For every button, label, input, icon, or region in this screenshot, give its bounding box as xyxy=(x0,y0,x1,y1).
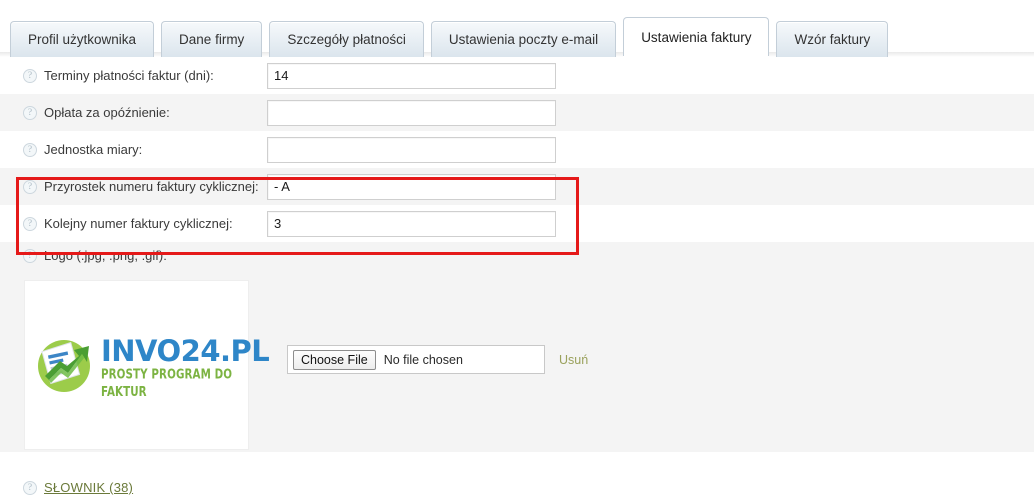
unit-of-measure-input[interactable] xyxy=(267,136,556,163)
form-row-payment-terms: ? Terminy płatności faktur (dni): 14 xyxy=(0,57,1034,94)
dictionary-link[interactable]: SŁOWNIK (38) xyxy=(44,480,133,495)
recurring-next-number-input[interactable]: 3 xyxy=(267,210,556,237)
choose-file-button[interactable]: Choose File xyxy=(293,349,376,370)
payment-terms-input[interactable]: 14 xyxy=(267,62,556,89)
tab-strip: Profil użytkownika Dane firmy Szczegóły … xyxy=(0,0,1034,61)
recurring-suffix-input[interactable]: - A xyxy=(267,173,556,200)
help-icon[interactable]: ? xyxy=(23,142,37,157)
logo-label: Logo (.jpg, .png, .gif): xyxy=(44,248,167,263)
tab-ustawienia-faktury[interactable]: Ustawienia faktury xyxy=(623,17,770,61)
logo-preview-box: INVO24.PL PROSTY PROGRAM DO FAKTUR xyxy=(24,280,270,450)
invoice-settings-form: ? Terminy płatności faktur (dni): 14 ? O… xyxy=(0,57,1034,452)
tab-ustawienia-poczty-email[interactable]: Ustawienia poczty e-mail xyxy=(430,21,617,57)
tab-wzor-faktury[interactable]: Wzór faktury xyxy=(776,21,889,57)
logo-wordmark: INVO24.PL PROSTY PROGRAM DO FAKTUR xyxy=(101,334,270,400)
tab-list: Profil użytkownika Dane firmy Szczegóły … xyxy=(10,17,889,61)
field-label: Opłata za opóźnienie: xyxy=(44,105,170,120)
form-row-recurring-next-number: ? Kolejny numer faktury cyklicznej: 3 xyxy=(0,205,1034,242)
form-row-recurring-suffix: ? Przyrostek numeru faktury cyklicznej: … xyxy=(0,168,1034,205)
form-row-unit-of-measure: ? Jednostka miary: xyxy=(0,131,1034,168)
field-label: Kolejny numer faktury cyklicznej: xyxy=(44,216,233,231)
help-icon[interactable]: ? xyxy=(23,179,37,194)
help-icon[interactable]: ? xyxy=(23,216,37,231)
tab-label: Szczegóły płatności xyxy=(287,32,406,47)
help-icon[interactable]: ? xyxy=(23,248,37,263)
help-icon[interactable]: ? xyxy=(23,105,37,120)
logo-file-input[interactable]: Choose File No file chosen xyxy=(287,345,545,374)
logo-label-row: ? Logo (.jpg, .png, .gif): xyxy=(0,242,1034,269)
remove-logo-link[interactable]: Usuń xyxy=(559,353,588,367)
logo-upload-control: Choose File No file chosen Usuń xyxy=(287,345,588,374)
late-fee-input[interactable] xyxy=(267,99,556,126)
tab-szczegoly-platnosci[interactable]: Szczegóły płatności xyxy=(269,21,424,57)
file-name-status: No file chosen xyxy=(383,352,463,367)
tab-label: Profil użytkownika xyxy=(28,32,137,47)
invo24-logo: INVO24.PL PROSTY PROGRAM DO FAKTUR xyxy=(31,328,270,402)
input-value: - A xyxy=(274,179,290,194)
field-label: Przyrostek numeru faktury cyklicznej: xyxy=(44,179,259,194)
tab-profil-uzytkownika[interactable]: Profil użytkownika xyxy=(10,21,155,57)
invoice-arrow-logo-icon xyxy=(38,340,90,392)
form-row-late-fee: ? Opłata za opóźnienie: xyxy=(0,94,1034,131)
tab-label: Ustawienia faktury xyxy=(641,30,752,45)
tab-label: Ustawienia poczty e-mail xyxy=(448,32,599,47)
logo-name: INVO24.PL xyxy=(101,334,270,368)
tab-label: Dane firmy xyxy=(179,32,245,47)
logo-tagline: PROSTY PROGRAM DO FAKTUR xyxy=(101,367,233,400)
field-label: Terminy płatności faktur (dni): xyxy=(44,68,214,83)
tab-label: Wzór faktury xyxy=(794,32,871,47)
input-value: 3 xyxy=(274,216,282,231)
tab-dane-firmy[interactable]: Dane firmy xyxy=(161,21,263,57)
footer: ? SŁOWNIK (38) xyxy=(0,472,1034,503)
help-icon[interactable]: ? xyxy=(23,480,37,495)
invoice-settings-page: Profil użytkownika Dane firmy Szczegóły … xyxy=(0,0,1034,503)
field-label: Jednostka miary: xyxy=(44,142,143,157)
input-value: 14 xyxy=(274,68,289,83)
help-icon[interactable]: ? xyxy=(23,68,37,83)
